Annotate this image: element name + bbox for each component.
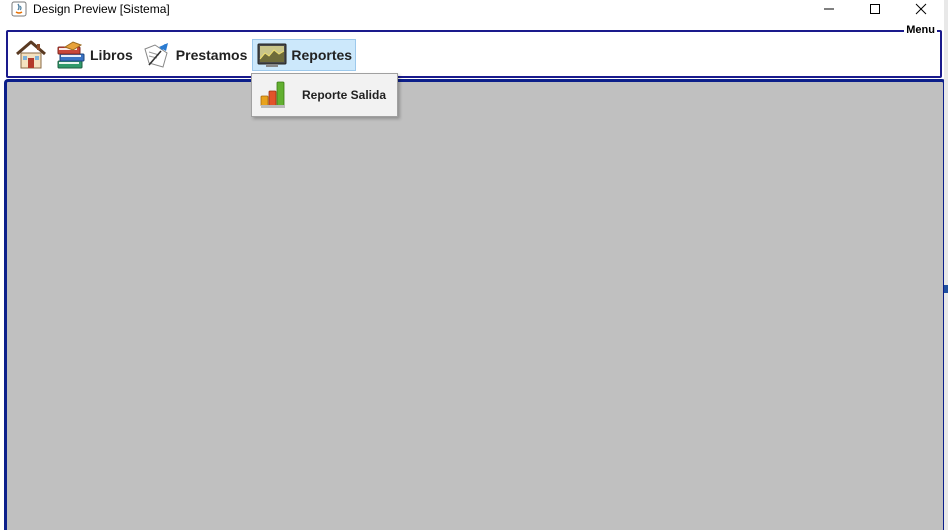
bar-chart-icon — [260, 81, 285, 108]
maximize-button[interactable] — [852, 0, 898, 18]
books-icon — [57, 41, 85, 69]
desktop-pane[interactable] — [4, 79, 946, 530]
minimize-button[interactable] — [806, 0, 852, 18]
menu-item-libros[interactable]: Libros — [52, 39, 136, 71]
right-edge-strip — [944, 0, 948, 530]
reportes-dropdown-menu: Reporte Salida — [251, 73, 398, 117]
application-window: Design Preview [Sistema] Menu Libros Pre… — [0, 0, 948, 530]
menu-item-home[interactable] — [12, 39, 50, 71]
java-app-icon — [11, 1, 27, 17]
right-edge-marker — [944, 285, 948, 293]
menu-bar: Libros Prestamos Reportes — [12, 38, 358, 72]
menu-label-libros: Libros — [90, 47, 133, 63]
title-bar[interactable]: Design Preview [Sistema] — [0, 0, 948, 18]
report-monitor-icon — [257, 43, 287, 67]
window-title: Design Preview [Sistema] — [33, 2, 170, 16]
dropdown-label-reporte-salida: Reporte Salida — [302, 88, 387, 102]
menu-item-reporte-salida[interactable]: Reporte Salida — [252, 74, 397, 116]
close-button[interactable] — [898, 0, 944, 18]
home-icon — [16, 40, 46, 69]
menu-panel: Menu Libros Prestamos Reportes — [6, 23, 942, 78]
loan-icon — [144, 43, 168, 68]
menu-label-reportes: Reportes — [291, 47, 353, 63]
minimize-icon — [824, 8, 834, 10]
maximize-icon — [870, 4, 880, 14]
menu-item-prestamos[interactable]: Prestamos — [138, 39, 251, 71]
menu-panel-legend: Menu — [904, 23, 937, 37]
menu-item-reportes[interactable]: Reportes — [252, 39, 357, 71]
close-icon — [915, 3, 927, 15]
menu-label-prestamos: Prestamos — [175, 47, 248, 63]
